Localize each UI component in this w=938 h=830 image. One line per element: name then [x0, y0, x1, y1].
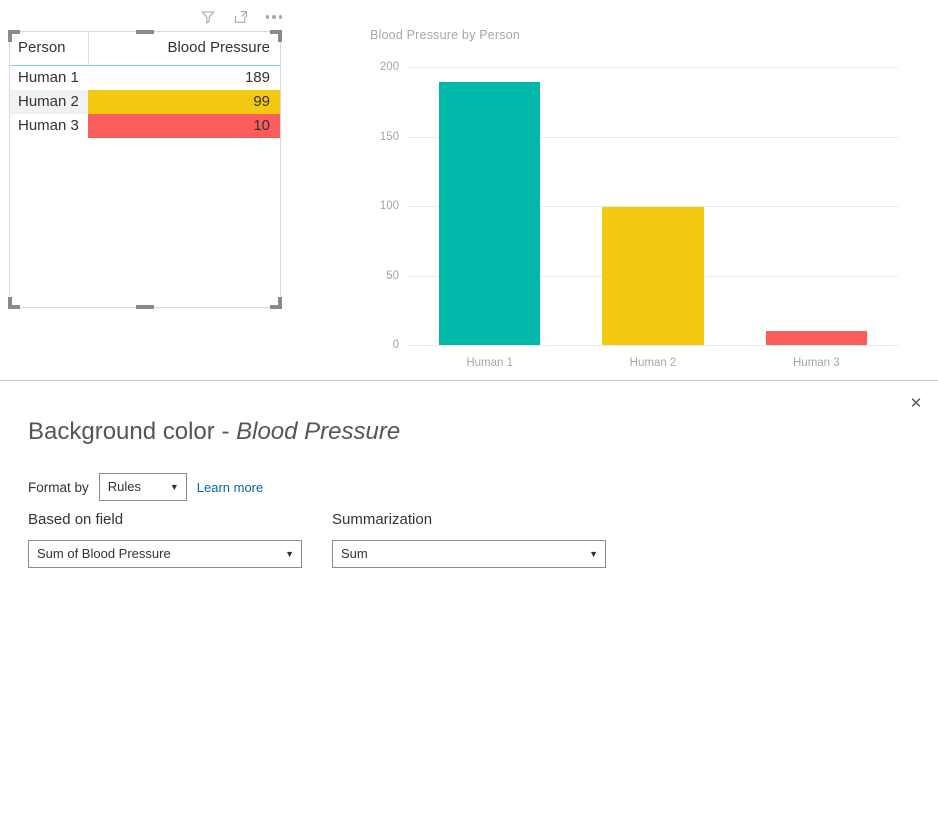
power-bi-report-page: Person Blood Pressure Human 1 189 Human …: [0, 0, 938, 830]
summarization-select[interactable]: SumAverageMinimumMaximumCount: [332, 540, 606, 568]
dialog-title-prefix: Background color -: [28, 418, 237, 445]
chart-bar[interactable]: [439, 82, 541, 345]
chart-bar[interactable]: [765, 331, 867, 345]
table-header: Person Blood Pressure: [10, 32, 280, 66]
based-on-field-dropdown[interactable]: Sum of Blood Pressure ▼: [28, 540, 302, 568]
ellipsis-dots: [265, 15, 283, 19]
filter-funnel-icon[interactable]: [198, 7, 218, 27]
cell-person: Human 2: [10, 90, 88, 114]
summarization-dropdown[interactable]: SumAverageMinimumMaximumCount ▼: [332, 540, 606, 568]
summarization-label: Summarization: [332, 511, 433, 528]
based-on-field-select[interactable]: Sum of Blood Pressure: [28, 540, 302, 568]
format-by-label: Format by: [28, 479, 89, 495]
cell-blood-pressure: 189: [244, 69, 270, 86]
cell-blood-pressure: 99: [88, 90, 280, 114]
y-axis-tick-label: 200: [379, 61, 399, 73]
more-options-icon[interactable]: [264, 7, 284, 27]
report-canvas: Person Blood Pressure Human 1 189 Human …: [0, 0, 938, 380]
dialog-title: Background color - Blood Pressure: [28, 418, 400, 446]
chart-gridline: 200: [380, 61, 898, 73]
table-body: Human 1 189 Human 2 99 Human 3 10: [10, 66, 280, 138]
format-by-select[interactable]: Color scaleRulesField value: [98, 473, 187, 501]
x-axis-tick-label: Human 1: [466, 357, 513, 369]
table-row[interactable]: Human 1 189: [10, 66, 280, 91]
y-axis-tick-label: 50: [386, 269, 399, 282]
table-header-row: Person Blood Pressure: [10, 32, 280, 66]
chart-title: Blood Pressure by Person: [370, 28, 521, 42]
column-header-blood-pressure[interactable]: Blood Pressure: [88, 32, 280, 66]
chart-gridline: 0: [393, 339, 898, 351]
cell-person: Human 1: [18, 69, 79, 86]
visual-header-toolbar: [198, 6, 284, 28]
format-by-dropdown[interactable]: Color scaleRulesField value ▼: [98, 473, 187, 501]
conditional-formatting-dialog: ✕ Background color - Blood Pressure Form…: [0, 380, 938, 830]
cell-blood-pressure: 10: [88, 114, 280, 138]
y-axis-tick-label: 150: [379, 130, 399, 143]
table-row[interactable]: Human 3 10: [10, 114, 280, 138]
summarization-block: Summarization SumAverageMinimumMaximumCo…: [332, 511, 606, 568]
x-axis-tick-label: Human 2: [629, 357, 677, 369]
learn-more-link[interactable]: Learn more: [197, 480, 263, 495]
close-icon[interactable]: ✕: [902, 389, 930, 417]
y-axis-tick-label: 0: [392, 339, 399, 351]
chart-plot-area: 0 50 100 150 200 Human 1 Human 2 Human 3: [380, 61, 898, 369]
focus-mode-icon[interactable]: [231, 7, 251, 27]
based-on-field-label: Based on field: [28, 511, 124, 528]
bar-chart-visual[interactable]: Blood Pressure by Person 0 50 100 150 200 Hum…: [360, 20, 930, 369]
column-header-person[interactable]: Person: [10, 32, 89, 66]
format-by-row: Format by Color scaleRulesField value ▼ …: [28, 473, 263, 501]
based-on-field-block: Based on field Sum of Blood Pressure ▼: [28, 511, 302, 568]
data-table: Person Blood Pressure Human 1 189 Human …: [10, 32, 280, 138]
y-axis-tick-label: 100: [379, 200, 399, 212]
table-row[interactable]: Human 2 99: [10, 90, 280, 114]
x-axis-tick-label: Human 3: [792, 357, 840, 369]
cell-person: Human 3: [18, 117, 79, 134]
dialog-title-field: Blood Pressure: [236, 418, 401, 445]
table-visual[interactable]: Person Blood Pressure Human 1 189 Human …: [9, 31, 281, 308]
chart-bar[interactable]: [602, 207, 704, 345]
